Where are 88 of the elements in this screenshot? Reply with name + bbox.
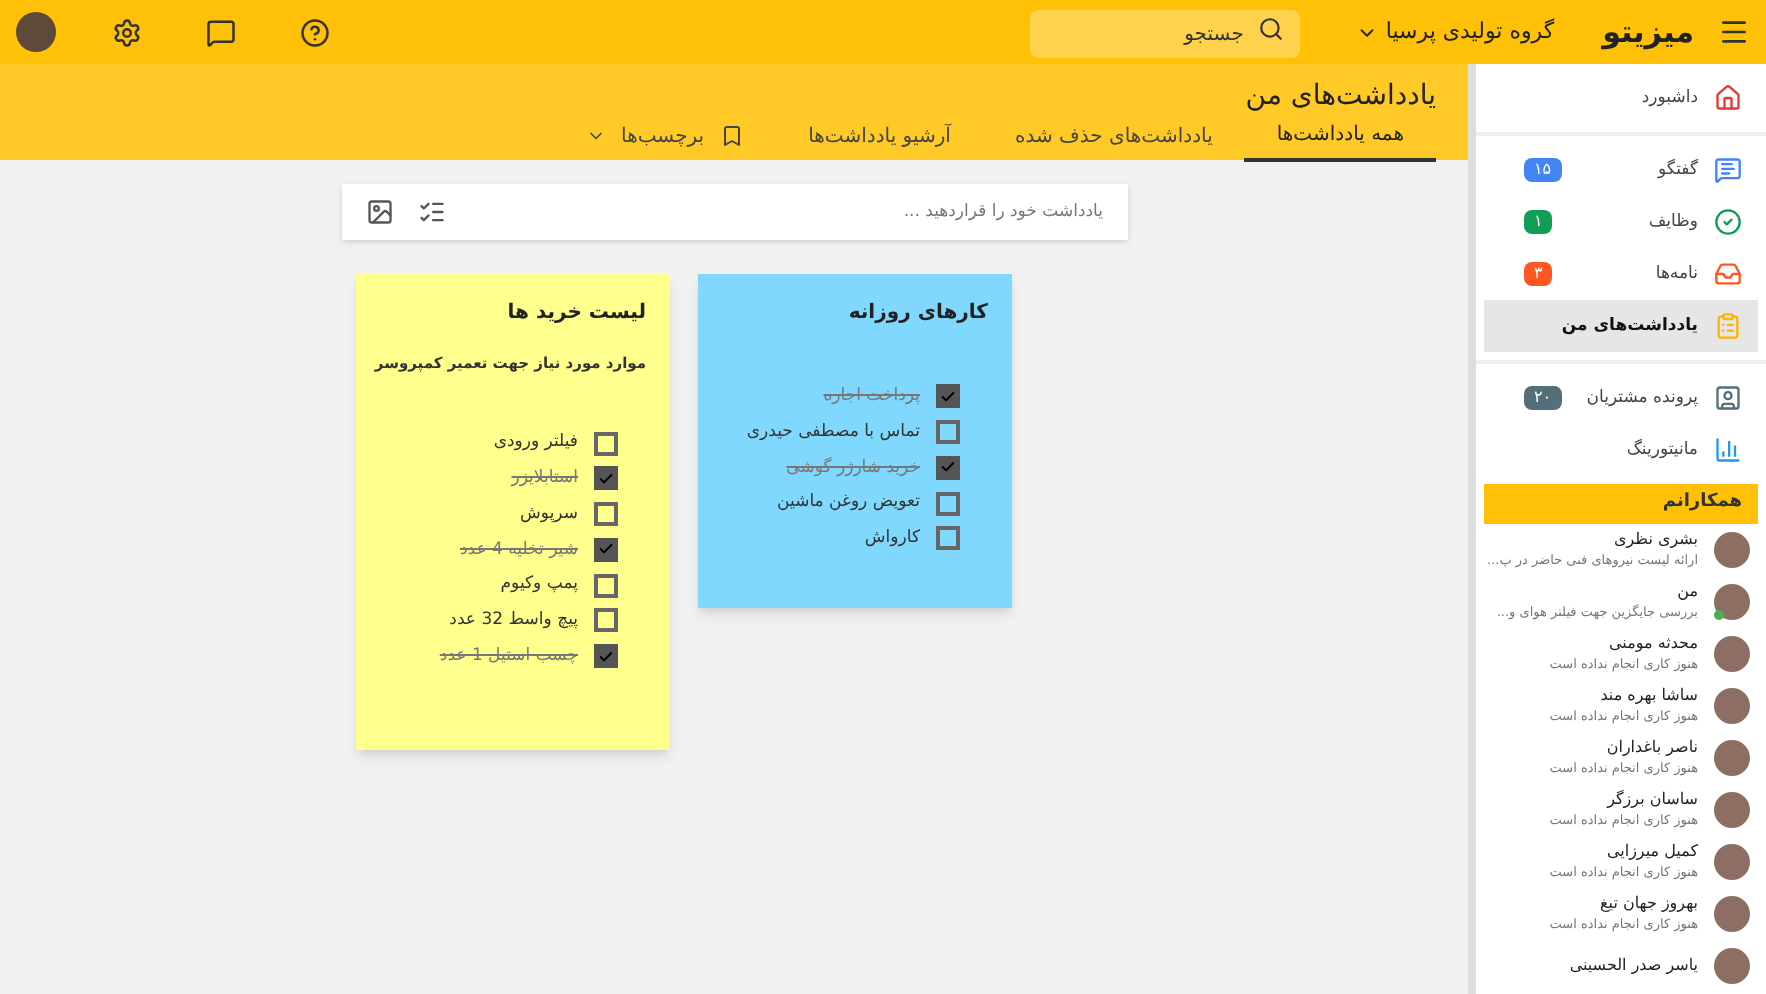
check-icon [940,458,956,477]
checklist-item: کارواش [864,526,920,552]
checklist-item: چسب استیل 1 عدد [439,643,578,669]
checklist-item: استابلایزر [511,466,578,492]
checkbox[interactable] [594,537,618,562]
note-title: لیست خرید ها [505,300,646,328]
labels-dropdown[interactable]: برچسب‌ها [553,118,777,162]
note-title: کارهای روزانه [846,300,988,328]
inbox-icon [1714,260,1742,288]
checkbox[interactable] [594,466,618,491]
checklist-item: تماس با مصطفی حیدری [746,419,920,445]
check-icon [598,647,614,666]
bar-chart-icon [1714,436,1742,464]
count-badge: ۲۰ [1524,386,1562,410]
avatar [1714,843,1750,879]
sidebar-item[interactable]: یادداشت‌های من [1484,300,1758,352]
check-circle-icon [1714,208,1742,236]
checkbox[interactable] [594,502,618,527]
checklist-item: شیر تخلیه 4 عدد [459,537,578,563]
home-icon [1714,84,1742,112]
check-icon [940,387,956,406]
checkbox[interactable] [594,431,618,456]
colleague-name: ناصر باغداران [1604,736,1698,758]
image-icon[interactable] [365,198,393,226]
sidebar-item[interactable]: گفتگو ۱۵ [1484,144,1758,196]
count-badge: ۱ [1524,210,1553,234]
avatar [1714,635,1750,671]
avatar [1714,791,1750,827]
contact-icon [1714,384,1742,412]
colleague-name: محدثه مومنی [1607,632,1698,654]
chat-icon [1714,156,1742,184]
checkbox[interactable] [936,384,960,409]
sidebar-item[interactable]: مانیتورینگ [1484,424,1758,476]
sidebar-item[interactable]: نامه‌ها ۳ [1484,248,1758,300]
search-icon [1257,15,1284,42]
colleague-name: ساسان برزگر [1604,788,1698,810]
logo: میزیتو [1602,11,1694,54]
colleague-name: ساشا بهره مند [1598,684,1698,706]
check-icon [598,469,614,488]
checklist-item: خرید شارژر گوشی [786,455,920,481]
clipboard-icon [1714,312,1742,340]
checkbox[interactable] [936,420,960,445]
checklist-item: پرداخت اجاره [823,384,920,410]
menu-icon[interactable] [1718,16,1750,48]
checkbox[interactable] [936,455,960,480]
colleague-item[interactable]: یاسر صدر الحسینی [1476,939,1766,991]
messages-icon[interactable] [206,17,236,47]
checkbox[interactable] [936,526,960,551]
colleague-name: کمیل میرزایی [1604,840,1698,862]
search-field[interactable]: جستجو [1029,10,1300,59]
checkbox[interactable] [594,573,618,598]
avatar [1714,895,1750,931]
colleague-name: یاسر صدر الحسینی [1569,954,1698,976]
colleague-name: من [1675,580,1698,602]
checkbox[interactable] [936,491,960,516]
checklist-item: فیلتر ورودی [493,430,578,456]
checklist-item: تعویض روغن ماشین [777,490,920,516]
count-badge: ۳ [1524,262,1553,286]
avatar [1714,531,1750,567]
section-header: همکارانم [1484,484,1758,523]
checklist-item: پیچ واسط 32 عدد [449,608,578,634]
organization-dropdown[interactable]: گروه تولیدی پرسیا [1355,15,1555,49]
sidebar-item[interactable]: وظایف ۱ [1484,196,1758,248]
sidebar-item[interactable]: پرونده مشتریان ۲۰ [1484,372,1758,424]
tab[interactable]: یادداشت‌های حذف شده [982,118,1245,162]
check-icon [598,540,614,559]
note-composer[interactable]: یادداشت خود را قراردهید ... [341,184,1127,240]
count-badge: ۱۵ [1524,158,1562,182]
colleague-name: بهروز جهان تیغ [1598,892,1698,914]
tab[interactable]: همه یادداشت‌ها [1244,118,1436,162]
avatar [1714,687,1750,723]
help-icon[interactable] [300,17,330,47]
page-title: یادداشت‌های من [1243,78,1436,116]
avatar [1714,947,1750,983]
settings-icon[interactable] [112,17,142,47]
note-input[interactable]: یادداشت خود را قراردهید ... [469,199,1103,225]
avatar[interactable] [16,12,56,52]
checkbox[interactable] [594,644,618,669]
checklist-icon[interactable] [417,198,445,226]
bookmark-icon [720,124,745,148]
colleague-name: بشری نظری [1611,528,1698,550]
checklist-item: سرپوش [520,501,578,527]
tab[interactable]: آرشیو یادداشت‌ها [776,118,983,162]
checkbox[interactable] [594,608,618,633]
avatar [1714,739,1750,775]
avatar [1714,583,1750,619]
sidebar-item[interactable]: داشبورد [1484,72,1758,124]
checklist-item: پمپ وکیوم [500,572,578,598]
